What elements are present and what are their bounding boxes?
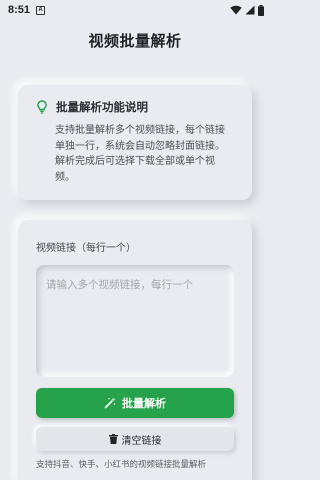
links-field-label: 视频链接（每行一个）: [36, 243, 136, 254]
batch-form-card: 视频链接（每行一个） 批量解析 清空链接 支持抖音、快手、小红书的视频链接批量解…: [18, 220, 252, 480]
links-input[interactable]: [36, 265, 234, 377]
batch-parse-button-label: 批量解析: [122, 397, 166, 410]
info-card: 批量解析功能说明 支持批量解析多个视频链接，每个链接单独一行，系统会自动忽略封面…: [18, 85, 252, 200]
wifi-icon: [230, 5, 242, 15]
supported-platforms-hint: 支持抖音、快手、小红书的视频链接批量解析: [36, 460, 207, 470]
page-title: 视频批量解析: [88, 32, 182, 50]
batch-parse-button[interactable]: 批量解析: [36, 388, 234, 418]
notification-icon: A: [36, 5, 46, 15]
status-icons: [230, 4, 264, 16]
info-card-header: 批量解析功能说明: [36, 99, 238, 115]
info-card-description: 支持批量解析多个视频链接，每个链接单独一行，系统会自动忽略封面链接。解析完成后可…: [55, 125, 225, 183]
trash-icon: [108, 434, 118, 444]
signal-icon: [245, 5, 255, 15]
clear-links-button[interactable]: 清空链接: [36, 427, 234, 451]
battery-icon: [258, 4, 264, 16]
magic-wand-icon: [104, 397, 116, 409]
clear-links-button-label: 清空链接: [121, 435, 162, 447]
info-card-title: 批量解析功能说明: [56, 100, 148, 114]
lightbulb-icon: [37, 100, 47, 114]
status-time: 8:51: [8, 4, 31, 16]
status-bar: 8:51 A: [0, 0, 270, 20]
